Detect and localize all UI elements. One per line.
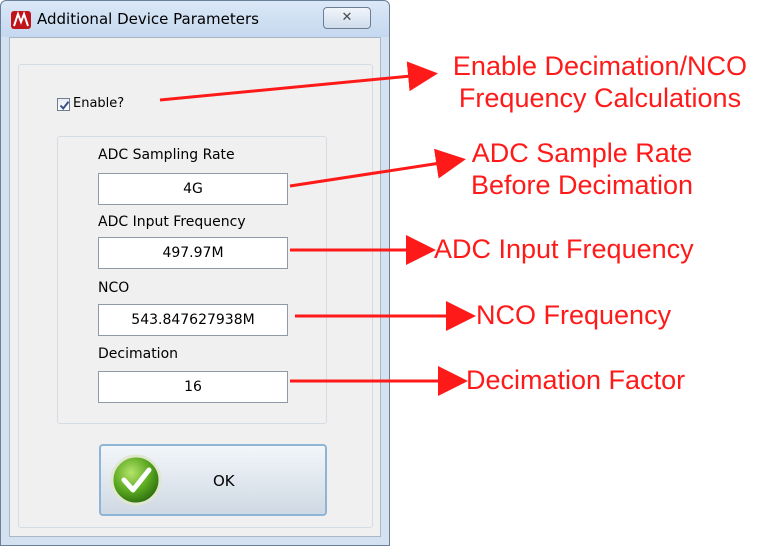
annotation-sample-rate-line2: Before Decimation	[470, 170, 694, 200]
annotation-enable-line1: Enable Decimation/NCO	[452, 51, 748, 81]
annotation-decimation: Decimation Factor	[466, 365, 686, 395]
annotation-input-frequency: ADC Input Frequency	[434, 234, 694, 264]
annotation-enable-line2: Frequency Calculations	[458, 83, 742, 113]
arrow-enable	[159, 61, 438, 102]
arrow-sample-rate	[289, 148, 466, 188]
annotation-enable: Enable Decimation/NCO Frequency Calculat…	[440, 50, 760, 114]
annotation-sample-rate: ADC Sample Rate Before Decimation	[462, 137, 702, 201]
annotation-nco: NCO Frequency	[476, 300, 672, 330]
annotation-sample-rate-line1: ADC Sample Rate	[471, 138, 693, 168]
